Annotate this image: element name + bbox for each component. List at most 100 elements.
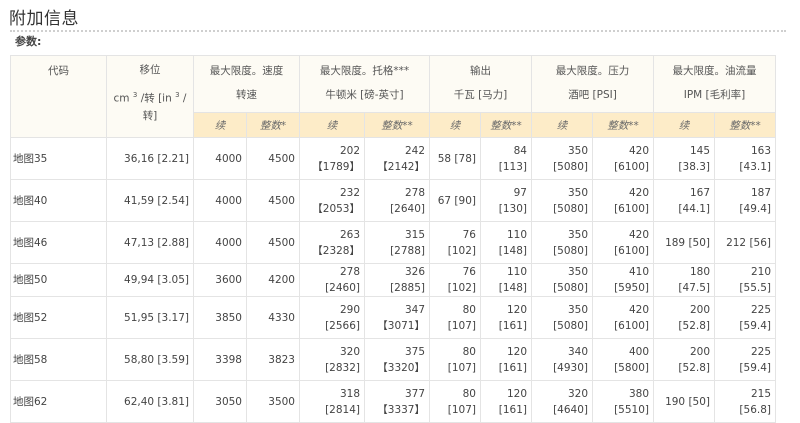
table-cell: 3600	[193, 263, 247, 297]
subheader-int: 整数**	[480, 112, 532, 138]
table-cell: 420 [6100]	[592, 137, 654, 180]
unit-cm: cm	[113, 92, 130, 105]
subheader-cont: 续	[299, 112, 365, 138]
table-cell: 420 [6100]	[592, 296, 654, 339]
header-pressure-unit: 酒吧 [PSI]	[568, 89, 617, 101]
table-cell: 315 [2788]	[364, 221, 430, 264]
table-cell: 76 [102]	[429, 263, 481, 297]
header-output-title: 输出	[470, 65, 491, 77]
table-cell: 4330	[246, 296, 300, 339]
table-cell: 242 【2142】	[364, 137, 430, 180]
row-code-cell: 地图52	[10, 296, 107, 339]
table-cell: 350 [5080]	[531, 221, 593, 264]
header-torque-unit: 牛顿米 [磅-英寸]	[325, 89, 404, 101]
table-cell: 80 [107]	[429, 380, 481, 423]
subheader-int: 整数**	[592, 112, 654, 138]
table-cell: 97 [130]	[480, 179, 532, 222]
subheader-cont: 续	[429, 112, 481, 138]
table-cell: 347 【3071】	[364, 296, 430, 339]
subheader-cont: 续	[531, 112, 593, 138]
page-title: 附加信息	[9, 9, 79, 29]
header-speed: 最大限度。速度 转速	[193, 55, 300, 113]
header-speed-title: 最大限度。速度	[209, 65, 284, 77]
table-cell: 58 [78]	[429, 137, 481, 180]
table-cell: 350 [5080]	[531, 263, 593, 297]
table-row: 地图58 58,80 [3.59] 3398 3823 320 [2832] 375 【3…	[10, 338, 776, 381]
subheader-int: 整数**	[364, 112, 430, 138]
table-cell: 225 [59.4]	[714, 296, 776, 339]
table-cell: 340 [4930]	[531, 338, 593, 381]
header-torque: 最大限度。托格*** 牛顿米 [磅-英寸]	[299, 55, 430, 113]
table-cell: 278 [2640]	[364, 179, 430, 222]
table-cell: 350 [5080]	[531, 296, 593, 339]
table-cell: 410 [5950]	[592, 263, 654, 297]
table-cell: 200 [52.8]	[653, 296, 715, 339]
table-cell: 41,59 [2.54]	[106, 179, 194, 222]
table-cell: 3823	[246, 338, 300, 381]
table-cell: 350 [5080]	[531, 179, 593, 222]
table-cell: 210 [55.5]	[714, 263, 776, 297]
table-cell: 47,13 [2.88]	[106, 221, 194, 264]
table-cell: 67 [90]	[429, 179, 481, 222]
table-cell: 84 [113]	[480, 137, 532, 180]
header-code-label: 代码	[48, 65, 69, 77]
table-cell: 318 [2814]	[299, 380, 365, 423]
table-cell: 420 [6100]	[592, 221, 654, 264]
table-cell: 51,95 [3.17]	[106, 296, 194, 339]
table-cell: 320 [4640]	[531, 380, 593, 423]
table-cell: 3398	[193, 338, 247, 381]
table-cell: 377 【3337】	[364, 380, 430, 423]
table-cell: 4500	[246, 221, 300, 264]
header-displacement-title: 移位	[139, 64, 161, 76]
table-cell: 375 【3320】	[364, 338, 430, 381]
subheader-int: 整数**	[714, 112, 776, 138]
row-code-cell: 地图35	[10, 137, 107, 180]
table-cell: 4500	[246, 137, 300, 180]
header-code: 代码	[10, 55, 107, 138]
header-output: 输出 千瓦 [马力]	[429, 55, 532, 113]
table-cell: 80 [107]	[429, 296, 481, 339]
table-row: 地图62 62,40 [3.81] 3050 3500 318 [2814] 377 【3…	[10, 380, 776, 423]
table-row: 地图52 51,95 [3.17] 3850 4330 290 [2566] 347 【3…	[10, 296, 776, 339]
row-code-cell: 地图40	[10, 179, 107, 222]
header-pressure-title: 最大限度。压力	[555, 65, 630, 77]
table-cell: 110 [148]	[480, 221, 532, 264]
table-cell: 225 [59.4]	[714, 338, 776, 381]
specs-table: 代码 移位 cm 3 /转 [in 3 / 转] 最大限度。速度 转速 最大限度…	[10, 55, 776, 423]
table-cell: 189 [50]	[653, 221, 715, 264]
table-cell: 4000	[193, 137, 247, 180]
table-cell: 350 [5080]	[531, 137, 593, 180]
header-speed-unit: 转速	[236, 89, 257, 101]
table-cell: 145 [38.3]	[653, 137, 715, 180]
table-cell: 380 [5510]	[592, 380, 654, 423]
table-cell: 215 [56.8]	[714, 380, 776, 423]
table-cell: 200 [52.8]	[653, 338, 715, 381]
table-cell: 4200	[246, 263, 300, 297]
table-cell: 180 [47.5]	[653, 263, 715, 297]
header-torque-title: 最大限度。托格***	[319, 65, 410, 77]
header-flow: 最大限度。油流量 IPM [毛利率]	[653, 55, 776, 113]
header-flow-title: 最大限度。油流量	[672, 65, 757, 77]
table-cell: 212 [56]	[714, 221, 776, 264]
table-cell: 190 [50]	[653, 380, 715, 423]
row-code-cell: 地图62	[10, 380, 107, 423]
subheader-cont: 续	[653, 112, 715, 138]
table-row: 地图35 36,16 [2.21] 4000 4500 202 【1789】 242 【2…	[10, 137, 776, 180]
header-flow-unit: IPM [毛利率]	[683, 89, 746, 101]
table-cell: 278 [2460]	[299, 263, 365, 297]
table-cell: 3850	[193, 296, 247, 339]
table-cell: 163 [43.1]	[714, 137, 776, 180]
table-cell: 167 [44.1]	[653, 179, 715, 222]
table-cell: 120 [161]	[480, 338, 532, 381]
table-cell: 4500	[246, 179, 300, 222]
table-cell: 120 [161]	[480, 380, 532, 423]
table-cell: 290 [2566]	[299, 296, 365, 339]
table-row: 地图40 41,59 [2.54] 4000 4500 232 【2053】 278 [2…	[10, 179, 776, 222]
table-cell: 80 [107]	[429, 338, 481, 381]
table-cell: 76 [102]	[429, 221, 481, 264]
row-code-cell: 地图50	[10, 263, 107, 297]
table-cell: 49,94 [3.05]	[106, 263, 194, 297]
header-displacement-unit: cm 3 /转 [in 3 /	[111, 87, 189, 108]
unit-slash: /	[182, 92, 187, 105]
table-cell: 4000	[193, 221, 247, 264]
